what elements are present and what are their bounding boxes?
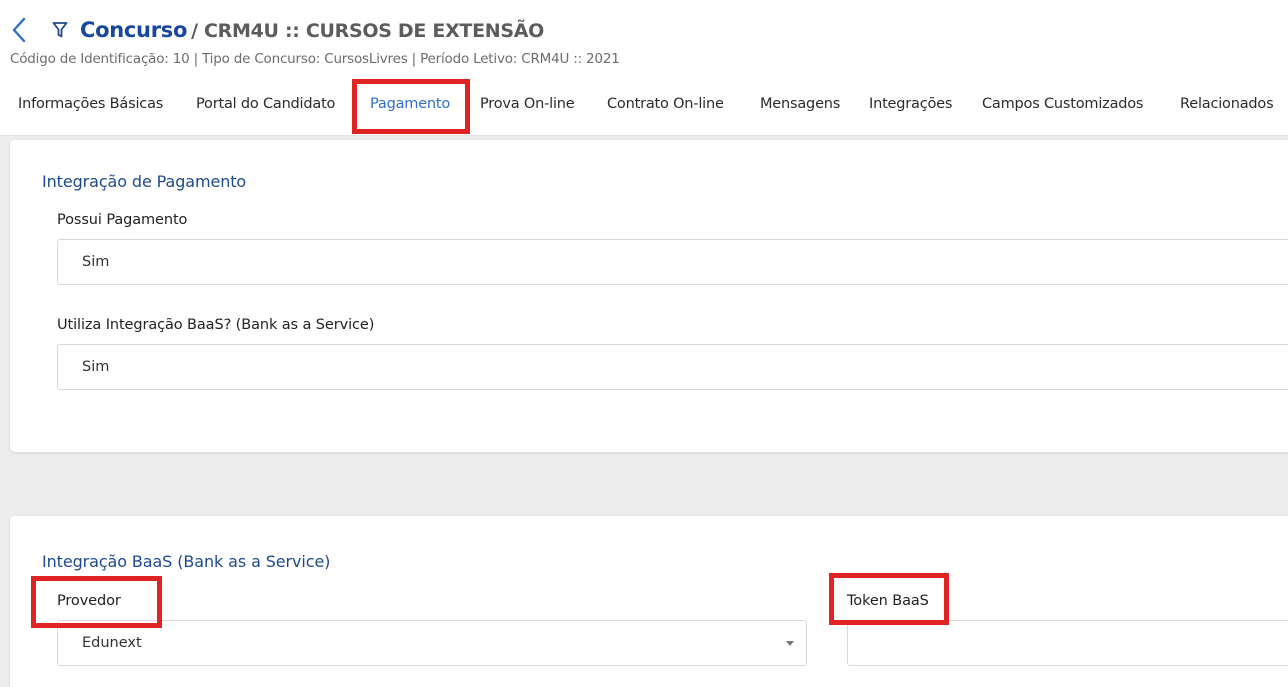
baas-section-title: Integração BaaS (Bank as a Service) bbox=[42, 552, 331, 571]
provider-value: Edunext bbox=[82, 635, 142, 651]
title-main: Concurso bbox=[80, 18, 188, 42]
tab-relacionados[interactable]: Relacionados bbox=[1180, 96, 1274, 112]
tab-contrato-online[interactable]: Contrato On-line bbox=[607, 96, 724, 112]
chevron-left-icon[interactable] bbox=[10, 16, 28, 44]
page-header: Concurso / CRM4U :: CURSOS DE EXTENSÃO Có… bbox=[0, 0, 1288, 136]
active-tab-indicator bbox=[363, 132, 463, 134]
title-subtitle: / CRM4U :: CURSOS DE EXTENSÃO bbox=[191, 20, 545, 42]
baas-usage-select[interactable]: Sim bbox=[57, 344, 1288, 390]
payment-section-title: Integração de Pagamento bbox=[42, 172, 247, 191]
tab-integracoes[interactable]: Integrações bbox=[869, 96, 952, 112]
provider-select[interactable]: Edunext bbox=[57, 620, 807, 666]
tab-bar: Informações Básicas Portal do Candidato … bbox=[0, 96, 1288, 118]
page-title: Concurso / CRM4U :: CURSOS DE EXTENSÃO bbox=[80, 18, 544, 42]
has-payment-label: Possui Pagamento bbox=[57, 212, 188, 228]
filter-icon[interactable] bbox=[52, 21, 68, 39]
tab-pagamento[interactable]: Pagamento bbox=[370, 96, 450, 112]
provider-label: Provedor bbox=[57, 593, 121, 609]
tab-prova-online[interactable]: Prova On-line bbox=[480, 96, 575, 112]
contest-info: Código de Identificação: 10 | Tipo de Co… bbox=[10, 51, 620, 67]
baas-usage-label: Utiliza Integração BaaS? (Bank as a Serv… bbox=[57, 317, 375, 333]
token-label: Token BaaS bbox=[847, 593, 929, 609]
tab-portal-do-candidato[interactable]: Portal do Candidato bbox=[196, 96, 335, 112]
token-input[interactable] bbox=[847, 620, 1288, 666]
baas-usage-value: Sim bbox=[82, 359, 110, 375]
has-payment-value: Sim bbox=[82, 254, 110, 270]
tab-campos-customizados[interactable]: Campos Customizados bbox=[982, 96, 1143, 112]
tab-informacoes-basicas[interactable]: Informações Básicas bbox=[18, 96, 163, 112]
dropdown-arrow-icon[interactable] bbox=[786, 641, 794, 646]
has-payment-select[interactable]: Sim bbox=[57, 239, 1288, 285]
tab-mensagens[interactable]: Mensagens bbox=[760, 96, 840, 112]
